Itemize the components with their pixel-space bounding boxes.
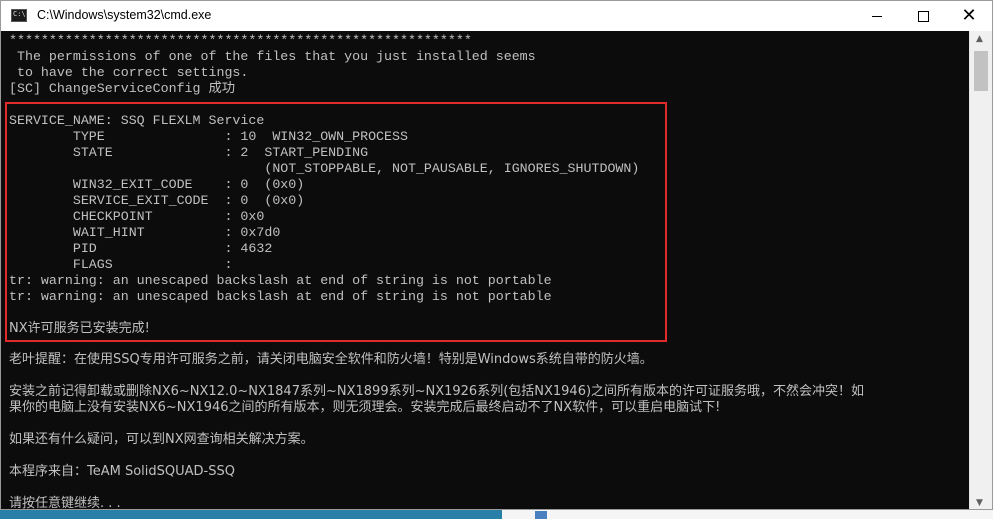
minimize-button[interactable] bbox=[854, 1, 900, 31]
close-button[interactable]: ✕ bbox=[946, 1, 992, 31]
scroll-down-arrow-icon[interactable]: ▼ bbox=[976, 498, 983, 508]
close-icon: ✕ bbox=[961, 5, 977, 26]
cmd-window: C:\ C:\Windows\system32\cmd.exe ✕ ******… bbox=[0, 0, 993, 510]
uninstall-warning-line-2: 果你的电脑上没有安装NX6~NX1946之间的所有版本，则无须理会。安装完成后最… bbox=[9, 400, 721, 415]
press-any-key-line: 请按任意键继续. . . bbox=[9, 496, 121, 510]
cmd-app-icon[interactable]: C:\ bbox=[11, 9, 27, 22]
maximize-icon bbox=[917, 10, 929, 22]
scroll-thumb[interactable] bbox=[974, 51, 988, 91]
firewall-reminder-line: 老叶提醒：在使用SSQ专用许可服务之前，请关闭电脑安全软件和防火墙！特别是Win… bbox=[9, 352, 653, 367]
vertical-scrollbar[interactable]: ▲ ▼ bbox=[969, 31, 992, 509]
questions-line: 如果还有什么疑问，可以到NX网查询相关解决方案。 bbox=[9, 432, 314, 447]
maximize-button[interactable] bbox=[900, 1, 946, 31]
scroll-up-arrow-icon[interactable]: ▲ bbox=[976, 34, 983, 44]
program-source-line: 本程序来自：TeAM SolidSQUAD-SSQ bbox=[9, 464, 235, 479]
sc-config-line: [SC] ChangeServiceConfig 成功 bbox=[9, 81, 236, 96]
red-highlight-annotation bbox=[5, 102, 667, 342]
uninstall-warning-line-1: 安装之前记得卸载或删除NX6~NX12.0~NX1847系列~NX1899系列~… bbox=[9, 384, 865, 399]
desktop-background bbox=[0, 510, 502, 519]
window-title: C:\Windows\system32\cmd.exe bbox=[37, 8, 212, 22]
title-bar[interactable]: C:\ C:\Windows\system32\cmd.exe ✕ bbox=[1, 1, 992, 31]
minimize-icon bbox=[872, 15, 882, 17]
permissions-line-2: to have the correct settings. bbox=[9, 65, 249, 80]
stars-line: ****************************************… bbox=[9, 33, 472, 48]
background-folder-icon bbox=[535, 511, 547, 519]
background-window-strip bbox=[502, 510, 993, 519]
permissions-line-1: The permissions of one of the files that… bbox=[9, 49, 536, 64]
